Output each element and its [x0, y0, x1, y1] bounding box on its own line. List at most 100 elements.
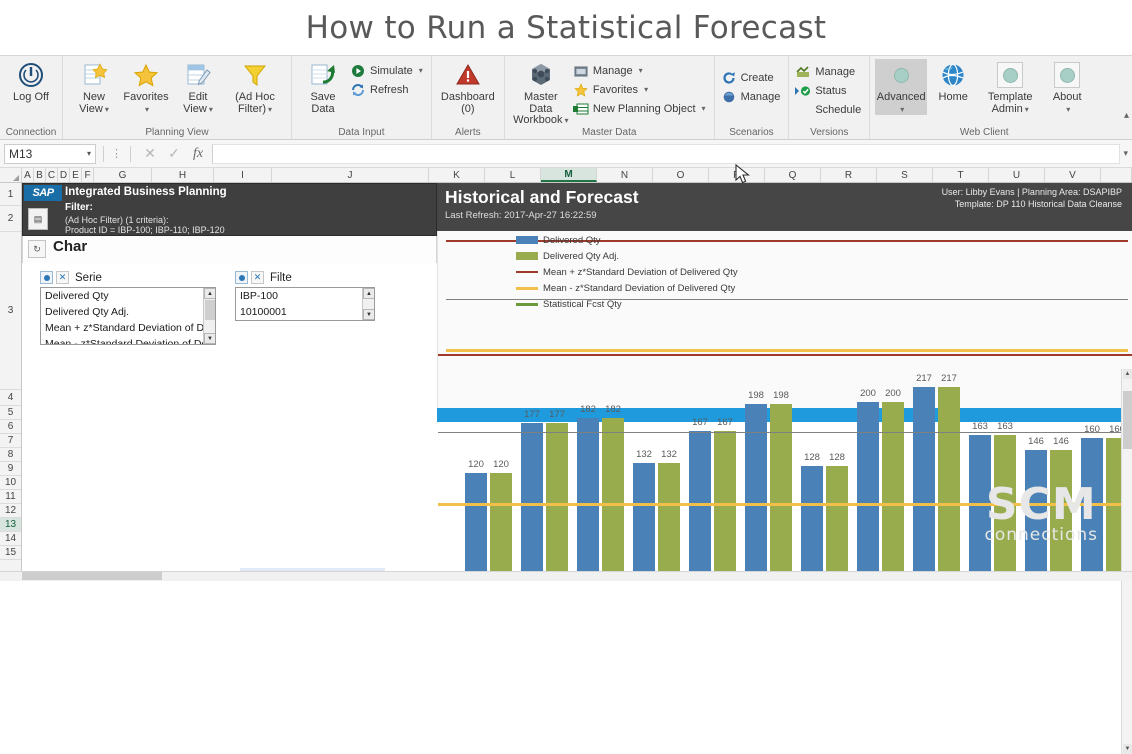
create-scenario-button[interactable]: Create — [720, 69, 784, 86]
expand-formula-bar-icon[interactable]: ▾ — [1123, 148, 1128, 159]
advanced-button[interactable]: Advanced ▾ — [875, 59, 928, 115]
column-header-u[interactable]: U — [989, 168, 1045, 182]
template-admin-button[interactable]: Template Admin ▾ — [979, 59, 1041, 115]
row-header-7[interactable]: 7 — [0, 434, 21, 448]
settings-dot-icon[interactable] — [40, 271, 53, 284]
scroll-down-icon[interactable]: ▼ — [204, 333, 215, 344]
column-header-f[interactable]: F — [82, 168, 94, 182]
column-header-next[interactable] — [1101, 168, 1132, 182]
select-all-corner[interactable] — [0, 168, 22, 182]
clear-x-icon[interactable]: ✕ — [251, 271, 264, 284]
row-header-13[interactable]: 13 — [0, 518, 21, 532]
horizontal-scroll-thumb[interactable] — [22, 572, 162, 580]
column-header-m[interactable]: M — [541, 168, 597, 182]
filter-settings-icon[interactable]: ▤ — [28, 208, 48, 230]
manage-master-data-button[interactable]: Manage ▾ — [572, 62, 709, 79]
master-data-favorites-button[interactable]: Favorites ▾ — [572, 81, 709, 98]
chevron-down-icon[interactable]: ▾ — [87, 149, 91, 158]
chevron-down-icon[interactable]: ▾ — [268, 105, 272, 114]
column-header-t[interactable]: T — [933, 168, 989, 182]
chevron-down-icon[interactable]: ▾ — [1066, 105, 1070, 114]
row-header-14[interactable]: 14 — [0, 532, 21, 546]
row-header-10[interactable]: 10 — [0, 476, 21, 490]
scroll-up-icon[interactable]: ▲ — [363, 288, 374, 299]
column-header-a[interactable]: A — [22, 168, 34, 182]
column-header-k[interactable]: K — [429, 168, 485, 182]
row-header-12[interactable]: 12 — [0, 504, 21, 518]
save-data-button[interactable]: Save Data — [297, 59, 349, 115]
favorites-button[interactable]: Favorites ▾ — [120, 59, 172, 115]
refresh-chart-icon[interactable]: ↻ — [28, 240, 46, 258]
status-button[interactable]: Status — [794, 82, 864, 99]
about-button[interactable]: About ▾ — [1041, 59, 1093, 115]
edit-view-button[interactable]: Edit View ▾ — [172, 59, 224, 115]
confirm-icon[interactable]: ✓ — [162, 145, 186, 162]
clear-x-icon[interactable]: ✕ — [56, 271, 69, 284]
column-header-l[interactable]: L — [485, 168, 541, 182]
chevron-down-icon[interactable]: ▾ — [1025, 105, 1029, 114]
row-header-1[interactable]: 1 — [0, 183, 21, 206]
column-header-s[interactable]: S — [877, 168, 933, 182]
scroll-down-icon[interactable]: ▼ — [1123, 744, 1132, 754]
row-header-3[interactable]: 3 — [0, 232, 21, 390]
series-item-1[interactable]: Delivered Qty Adj. — [41, 304, 215, 320]
row-header-2[interactable]: 2 — [0, 206, 21, 232]
scroll-down-icon[interactable]: ▼ — [363, 309, 374, 320]
chevron-down-icon[interactable]: ▾ — [900, 105, 904, 114]
collapse-ribbon-icon[interactable]: ▴ — [1124, 110, 1129, 121]
simulate-button[interactable]: Simulate ▾ — [349, 62, 426, 79]
chevron-down-icon[interactable]: ▾ — [644, 85, 648, 94]
row-header-6[interactable]: 6 — [0, 420, 21, 434]
manage-versions-button[interactable]: Manage — [794, 63, 864, 80]
series-item-2[interactable]: Mean + z*Standard Deviation of De — [41, 320, 215, 336]
schedule-button[interactable]: Schedule — [794, 101, 864, 118]
series-listbox[interactable]: Delivered Qty Delivered Qty Adj. Mean + … — [40, 287, 216, 345]
column-header-v[interactable]: V — [1045, 168, 1101, 182]
row-header-11[interactable]: 11 — [0, 490, 21, 504]
filter-scrollbar[interactable]: ▲ ▼ — [362, 288, 374, 320]
filter-listbox[interactable]: IBP-100 10100001 3710 ▲ ▼ — [235, 287, 375, 321]
chevron-down-icon[interactable]: ▾ — [639, 66, 643, 75]
scroll-up-icon[interactable]: ▲ — [204, 288, 215, 299]
row-header-8[interactable]: 8 — [0, 448, 21, 462]
expand-handle-icon[interactable]: ⋮ — [111, 147, 123, 160]
column-header-j[interactable]: J — [272, 168, 429, 182]
chevron-down-icon[interactable]: ▾ — [145, 105, 149, 114]
ad-hoc-filter-button[interactable]: (Ad Hoc Filter) ▾ — [224, 59, 286, 115]
filter-item-2[interactable]: 3710 — [236, 320, 374, 321]
column-header-n[interactable]: N — [597, 168, 653, 182]
column-header-q[interactable]: Q — [765, 168, 821, 182]
row-header-4[interactable]: 4 — [0, 390, 21, 406]
vertical-scrollbar[interactable]: ▲ ▼ — [1121, 369, 1132, 754]
filter-item-1[interactable]: 10100001 — [236, 304, 374, 320]
column-header-o[interactable]: O — [653, 168, 709, 182]
log-off-button[interactable]: Log Off — [5, 59, 57, 104]
manage-scenario-button[interactable]: Manage — [720, 88, 784, 105]
refresh-button[interactable]: Refresh — [349, 81, 426, 98]
master-data-workbook-button[interactable]: Master Data Workbook ▾ — [510, 59, 572, 127]
chevron-down-icon[interactable]: ▾ — [564, 116, 568, 125]
cancel-icon[interactable]: ✕ — [138, 145, 162, 162]
series-scrollbar[interactable]: ▲ ▼ — [203, 288, 215, 344]
series-item-0[interactable]: Delivered Qty — [41, 288, 215, 304]
column-header-g[interactable]: G — [94, 168, 152, 182]
scroll-thumb[interactable] — [205, 300, 215, 320]
settings-dot-icon[interactable] — [235, 271, 248, 284]
new-planning-object-button[interactable]: New Planning Object ▾ — [572, 100, 709, 117]
chevron-down-icon[interactable]: ▾ — [702, 104, 706, 113]
column-header-d[interactable]: D — [58, 168, 70, 182]
row-header-5[interactable]: 5 — [0, 406, 21, 420]
formula-input[interactable] — [212, 143, 1120, 164]
chevron-down-icon[interactable]: ▾ — [105, 105, 109, 114]
chevron-down-icon[interactable]: ▾ — [419, 66, 423, 75]
filter-item-0[interactable]: IBP-100 — [236, 288, 374, 304]
column-header-c[interactable]: C — [46, 168, 58, 182]
home-button[interactable]: Home — [927, 59, 979, 104]
row-header-9[interactable]: 9 — [0, 462, 21, 476]
fx-icon[interactable]: fx — [186, 146, 210, 162]
row-header-15[interactable]: 15 — [0, 546, 21, 560]
series-item-3[interactable]: Mean - z*Standard Deviation of De — [41, 336, 215, 344]
vertical-scroll-thumb[interactable] — [1123, 391, 1132, 449]
chevron-down-icon[interactable]: ▾ — [209, 105, 213, 114]
new-view-button[interactable]: New View ▾ — [68, 59, 120, 115]
